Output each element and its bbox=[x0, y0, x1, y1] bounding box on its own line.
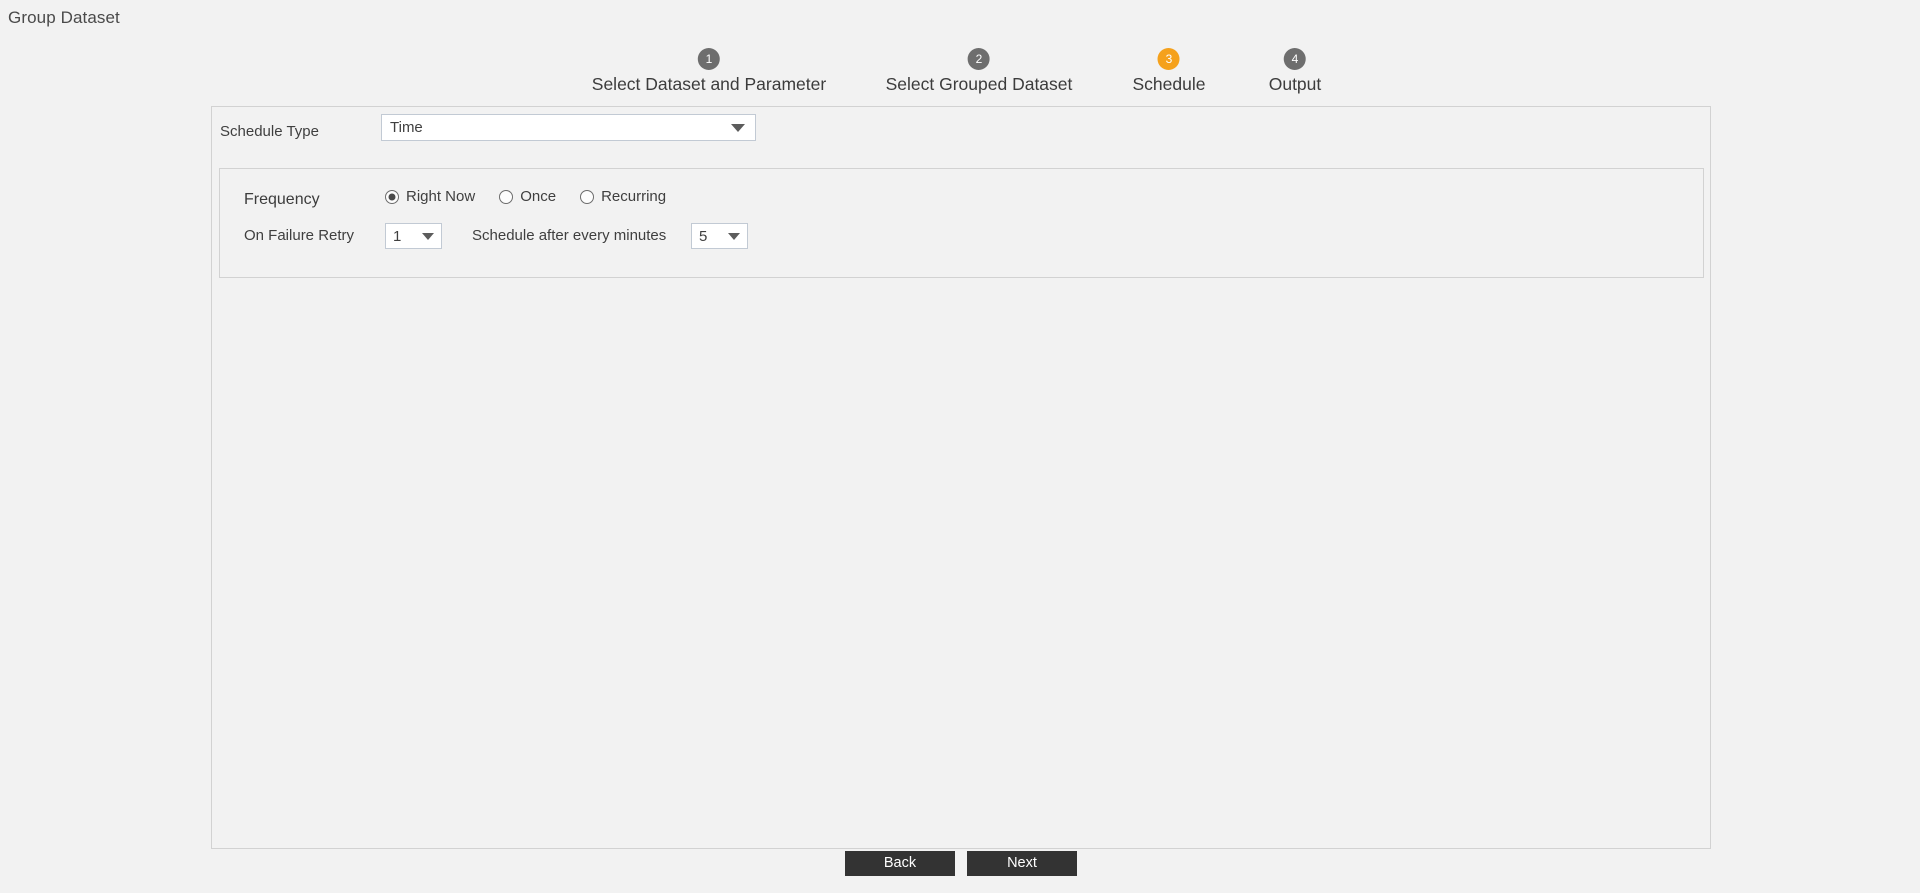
wizard-step-label: Select Grouped Dataset bbox=[886, 73, 1073, 95]
schedule-type-value: Time bbox=[382, 119, 731, 136]
wizard-step-number: 3 bbox=[1158, 48, 1180, 70]
radio-icon bbox=[385, 190, 399, 204]
schedule-type-select[interactable]: Time bbox=[381, 114, 756, 141]
frequency-radio-once[interactable]: Once bbox=[499, 188, 556, 205]
next-button[interactable]: Next bbox=[967, 851, 1077, 876]
frequency-radio-label: Recurring bbox=[601, 188, 666, 205]
wizard-step-label: Select Dataset and Parameter bbox=[592, 73, 826, 95]
footer-actions: Back Next bbox=[845, 851, 1077, 876]
page-title: Group Dataset bbox=[8, 8, 120, 28]
wizard-step-1[interactable]: 1 Select Dataset and Parameter bbox=[592, 48, 826, 95]
frequency-radio-group: Right Now Once Recurring bbox=[385, 188, 690, 205]
frequency-radio-right-now[interactable]: Right Now bbox=[385, 188, 475, 205]
wizard-step-number: 2 bbox=[968, 48, 990, 70]
chevron-down-icon bbox=[422, 233, 434, 240]
radio-icon bbox=[580, 190, 594, 204]
wizard-step-number: 4 bbox=[1284, 48, 1306, 70]
schedule-interval-select[interactable]: 5 bbox=[691, 223, 748, 249]
frequency-radio-label: Right Now bbox=[406, 188, 475, 205]
schedule-interval-value: 5 bbox=[692, 228, 728, 245]
wizard-step-number: 1 bbox=[698, 48, 720, 70]
schedule-type-label: Schedule Type bbox=[220, 123, 319, 140]
radio-icon bbox=[499, 190, 513, 204]
chevron-down-icon bbox=[728, 233, 740, 240]
frequency-radio-recurring[interactable]: Recurring bbox=[580, 188, 666, 205]
frequency-label: Frequency bbox=[244, 191, 320, 209]
on-failure-retry-label: On Failure Retry bbox=[244, 227, 354, 244]
schedule-type-row: Schedule Type Time bbox=[212, 107, 1710, 158]
wizard-panel: Schedule Type Time Frequency Right Now On… bbox=[211, 106, 1711, 849]
chevron-down-icon bbox=[731, 124, 745, 132]
on-failure-retry-value: 1 bbox=[386, 228, 422, 245]
wizard-step-3[interactable]: 3 Schedule bbox=[1133, 48, 1206, 95]
on-failure-retry-select[interactable]: 1 bbox=[385, 223, 442, 249]
back-button[interactable]: Back bbox=[845, 851, 955, 876]
wizard-step-label: Output bbox=[1269, 73, 1322, 95]
wizard-step-2[interactable]: 2 Select Grouped Dataset bbox=[886, 48, 1073, 95]
wizard-step-label: Schedule bbox=[1133, 73, 1206, 95]
frequency-radio-label: Once bbox=[520, 188, 556, 205]
wizard-stepper: 1 Select Dataset and Parameter 2 Select Gro… bbox=[0, 48, 1920, 100]
wizard-step-4[interactable]: 4 Output bbox=[1269, 48, 1322, 95]
schedule-interval-label: Schedule after every minutes bbox=[472, 227, 666, 244]
frequency-fieldset: Frequency Right Now Once Recurring On Fail… bbox=[219, 168, 1704, 278]
